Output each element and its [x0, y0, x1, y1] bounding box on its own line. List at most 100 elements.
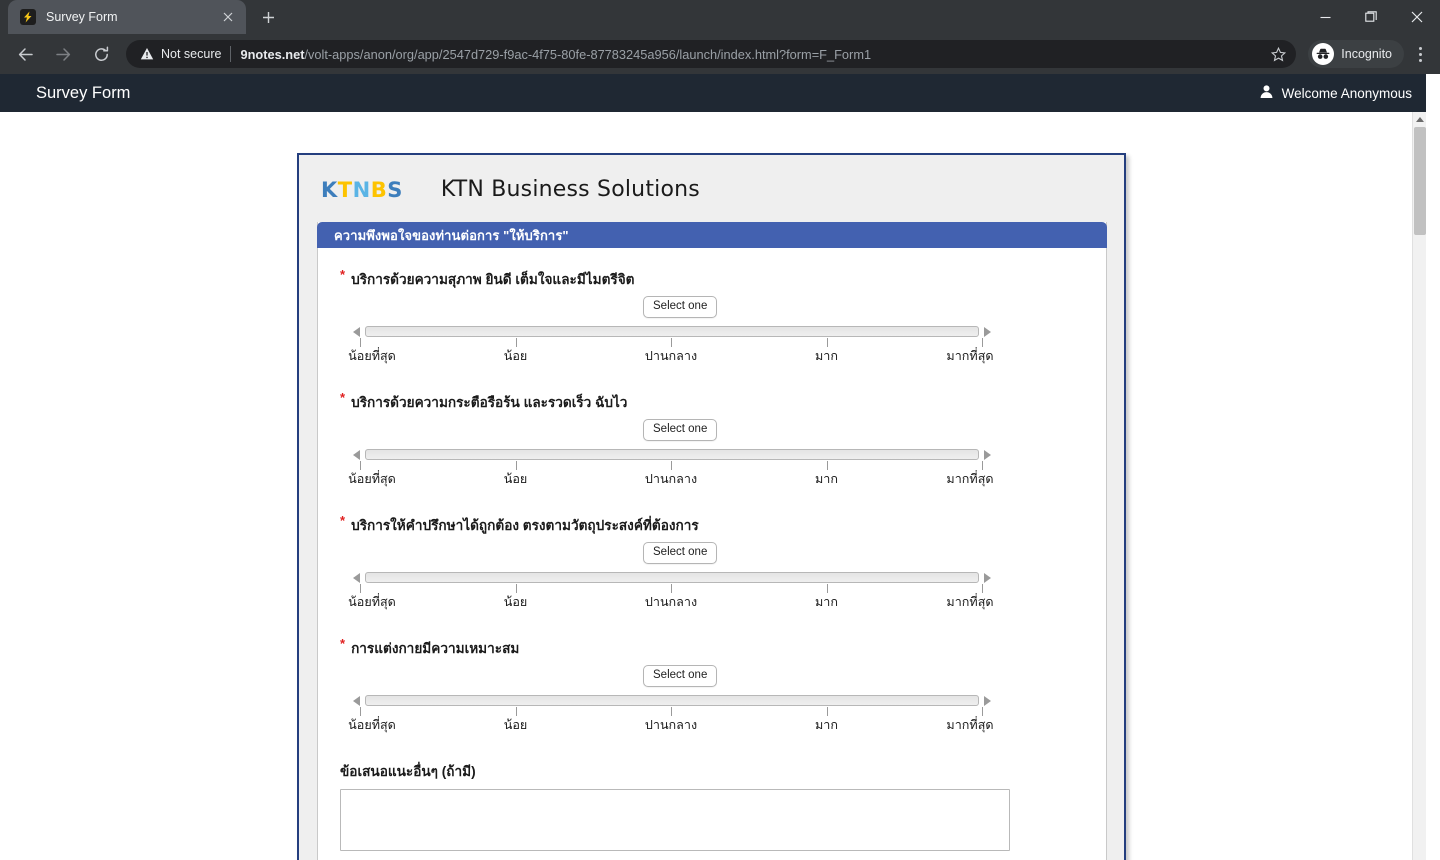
slider-scale-label[interactable]: น้อยที่สุด — [348, 469, 396, 489]
logo-letter-b: B — [370, 177, 388, 202]
slider-scale-label[interactable]: น้อยที่สุด — [348, 346, 396, 366]
slider-left-arrow-icon[interactable] — [352, 324, 362, 338]
rating-slider[interactable]: Select one น้อยที่สุด น้อย ปานกลาง มาก มากที่… — [340, 417, 1084, 499]
minimize-icon[interactable] — [1302, 0, 1348, 34]
survey-panel: ความพึงพอใจของท่านต่อการ "ให้บริการ" * บร… — [317, 222, 1107, 860]
slider-value-bubble[interactable]: Select one — [643, 419, 718, 441]
slider-track[interactable] — [365, 448, 979, 460]
slider-scale-label[interactable]: มาก — [815, 715, 838, 735]
user-avatar-icon — [1259, 84, 1274, 102]
question-label: * บริการให้คำปรึกษาได้ถูกต้อง ตรงตามวัตถุ… — [340, 513, 1084, 536]
slider-right-arrow-icon[interactable] — [982, 693, 992, 707]
slider-scale-labels: น้อยที่สุด น้อย ปานกลาง มาก มากที่สุด — [340, 469, 1004, 489]
slider-right-arrow-icon[interactable] — [982, 570, 992, 584]
slider-scale-label[interactable]: ปานกลาง — [645, 715, 697, 735]
slider-track[interactable] — [365, 325, 979, 337]
incognito-indicator[interactable]: Incognito — [1308, 40, 1404, 68]
slider-scale-label[interactable]: มาก — [815, 592, 838, 612]
slider-scale-label[interactable]: ปานกลาง — [645, 469, 697, 489]
survey-panel-body: * บริการด้วยความสุภาพ ยินดี เต็มใจและมีไม… — [318, 248, 1106, 860]
slider-right-arrow-icon[interactable] — [982, 324, 992, 338]
app-favicon — [20, 9, 36, 25]
slider-value-bubble[interactable]: Select one — [643, 665, 718, 687]
tab-close-icon[interactable] — [218, 7, 238, 27]
slider-scale-label[interactable]: ปานกลาง — [645, 592, 697, 612]
page-title: Survey Form — [36, 83, 131, 102]
address-bar[interactable]: Not secure 9notes.net/volt-apps/anon/org… — [126, 40, 1297, 68]
comment-textarea[interactable] — [340, 789, 1010, 851]
url-domain: 9notes.net — [240, 46, 305, 62]
slider-scale-label[interactable]: มากที่สุด — [946, 469, 993, 489]
logo-letter-k: K — [321, 177, 338, 202]
slider-scale-label[interactable]: น้อยที่สุด — [348, 592, 396, 612]
slider-scale-labels: น้อยที่สุด น้อย ปานกลาง มาก มากที่สุด — [340, 346, 1004, 366]
page-scrollbar[interactable] — [1412, 112, 1426, 860]
slider-track-row — [352, 324, 992, 338]
welcome-label: Welcome Anonymous — [1281, 85, 1412, 101]
slider-scale-label[interactable]: ปานกลาง — [645, 346, 697, 366]
slider-left-arrow-icon[interactable] — [352, 570, 362, 584]
slider-left-arrow-icon[interactable] — [352, 447, 362, 461]
slider-right-arrow-icon[interactable] — [982, 447, 992, 461]
slider-scale-label[interactable]: น้อยที่สุด — [348, 715, 396, 735]
omnibox-divider — [230, 46, 232, 62]
required-marker: * — [340, 267, 346, 282]
tab-strip: Survey Form — [0, 0, 1440, 34]
slider-track-row — [352, 693, 992, 707]
question-label: * การแต่งกายมีความเหมาะสม — [340, 636, 1084, 659]
scroll-up-arrow-icon[interactable] — [1413, 112, 1427, 126]
question-label: * บริการด้วยความสุภาพ ยินดี เต็มใจและมีไม… — [340, 267, 1084, 290]
maximize-icon[interactable] — [1348, 0, 1394, 34]
browser-window: Survey Form Not secure 9notes.net/volt-a… — [0, 0, 1440, 860]
slider-track[interactable] — [365, 694, 979, 706]
question-text: บริการให้คำปรึกษาได้ถูกต้อง ตรงตามวัตถุป… — [351, 518, 699, 533]
rating-slider[interactable]: Select one น้อยที่สุด น้อย ปานกลาง มาก มากที่… — [340, 540, 1084, 622]
logo-letter-s: S — [387, 177, 403, 202]
question-text: บริการด้วยความสุภาพ ยินดี เต็มใจและมีไมต… — [351, 272, 635, 287]
question-text: บริการด้วยความกระตือรือร้น และรวดเร็ว ฉั… — [351, 395, 628, 410]
slider-track[interactable] — [365, 571, 979, 583]
slider-scale-label[interactable]: มาก — [815, 346, 838, 366]
not-secure-warning-icon — [140, 47, 154, 61]
question-label: * บริการด้วยความกระตือรือร้น และรวดเร็ว ฉ… — [340, 390, 1084, 413]
logo-letter-t: T — [337, 177, 353, 202]
slider-scale-label[interactable]: น้อย — [504, 469, 528, 489]
back-arrow-icon[interactable] — [10, 39, 40, 69]
page-body: KTNBS KTN Business Solutions ความพึงพอใจ… — [0, 112, 1426, 860]
user-area[interactable]: Welcome Anonymous — [1259, 84, 1412, 102]
window-close-icon[interactable] — [1394, 0, 1440, 34]
slider-value-bubble[interactable]: Select one — [643, 542, 718, 564]
slider-track-row — [352, 447, 992, 461]
question-item: * บริการด้วยความกระตือรือร้น และรวดเร็ว ฉ… — [340, 390, 1084, 499]
slider-scale-label[interactable]: มากที่สุด — [946, 592, 993, 612]
required-marker: * — [340, 513, 346, 528]
slider-scale-label[interactable]: น้อย — [504, 715, 528, 735]
kebab-menu-icon[interactable] — [1406, 39, 1434, 69]
forward-arrow-icon[interactable] — [48, 39, 78, 69]
question-item: * การแต่งกายมีความเหมาะสม Select one น้อยที… — [340, 636, 1084, 745]
slider-track-row — [352, 570, 992, 584]
incognito-label: Incognito — [1341, 47, 1392, 61]
browser-toolbar: Not secure 9notes.net/volt-apps/anon/org… — [0, 34, 1440, 74]
rating-slider[interactable]: Select one น้อยที่สุด น้อย ปานกลาง มาก มากที่… — [340, 294, 1084, 376]
star-icon[interactable] — [1261, 46, 1287, 62]
comment-label: ข้อเสนอแนะอื่นๆ (ถ้ามี) — [340, 764, 476, 779]
new-tab-button[interactable] — [254, 3, 282, 31]
slider-value-bubble[interactable]: Select one — [643, 296, 718, 318]
rating-slider[interactable]: Select one น้อยที่สุด น้อย ปานกลาง มาก มากที่… — [340, 663, 1084, 745]
slider-scale-label[interactable]: มากที่สุด — [946, 346, 993, 366]
browser-tab[interactable]: Survey Form — [8, 0, 246, 34]
question-item: * บริการให้คำปรึกษาได้ถูกต้อง ตรงตามวัตถุ… — [340, 513, 1084, 622]
brand-name: KTN Business Solutions — [440, 177, 700, 202]
reload-icon[interactable] — [86, 39, 116, 69]
question-item: * บริการด้วยความสุภาพ ยินดี เต็มใจและมีไม… — [340, 267, 1084, 376]
logo-letter-n: N — [352, 177, 371, 202]
slider-left-arrow-icon[interactable] — [352, 693, 362, 707]
url-path: /volt-apps/anon/org/app/2547d729-f9ac-4f… — [304, 46, 872, 62]
slider-scale-label[interactable]: มากที่สุด — [946, 715, 993, 735]
slider-scale-label[interactable]: น้อย — [504, 592, 528, 612]
slider-scale-label[interactable]: มาก — [815, 469, 838, 489]
scrollbar-thumb[interactable] — [1414, 127, 1426, 235]
slider-scale-label[interactable]: น้อย — [504, 346, 528, 366]
question-text: การแต่งกายมีความเหมาะสม — [351, 641, 520, 656]
